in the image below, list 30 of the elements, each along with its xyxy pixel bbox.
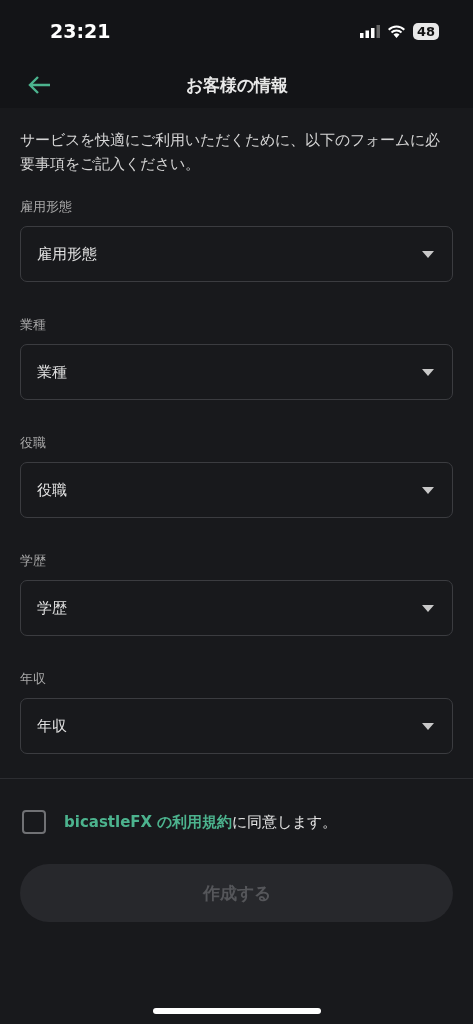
select-placeholder: 年収 <box>37 716 67 736</box>
agreement-text: bicastleFX の利用規約に同意します。 <box>64 812 338 832</box>
page-title: お客様の情報 <box>185 73 288 97</box>
status-time: 23:21 <box>50 20 111 42</box>
dropdown-caret-icon <box>422 486 434 494</box>
select-field[interactable]: 学歴 <box>20 580 453 636</box>
field-label: 業種 <box>20 316 47 334</box>
wifi-icon <box>386 24 406 38</box>
battery-indicator: 48 <box>412 22 439 40</box>
signal-icon <box>359 24 380 38</box>
select-field[interactable]: 年収 <box>20 698 453 754</box>
select-field[interactable]: 業種 <box>20 344 453 400</box>
select-field[interactable]: 雇用形態 <box>20 226 453 282</box>
dropdown-caret-icon <box>422 604 434 612</box>
agree-checkbox[interactable] <box>22 810 46 834</box>
field-label: 雇用形態 <box>20 198 73 216</box>
dropdown-caret-icon <box>422 368 434 376</box>
select-placeholder: 学歴 <box>37 598 67 618</box>
field-label: 年収 <box>20 670 47 688</box>
field-label: 役職 <box>20 434 47 452</box>
intro-text: サービスを快適にご利用いただくために、以下のフォームに必要事項をご記入ください。 <box>20 130 441 175</box>
field-label: 学歴 <box>20 552 47 570</box>
dropdown-caret-icon <box>422 722 434 730</box>
dropdown-caret-icon <box>422 250 434 258</box>
select-placeholder: 業種 <box>37 362 67 382</box>
back-arrow-icon[interactable] <box>28 75 52 95</box>
select-placeholder: 役職 <box>37 480 67 500</box>
select-placeholder: 雇用形態 <box>37 244 97 264</box>
select-field[interactable]: 役職 <box>20 462 453 518</box>
terms-link[interactable]: bicastleFX の利用規約 <box>64 812 233 831</box>
